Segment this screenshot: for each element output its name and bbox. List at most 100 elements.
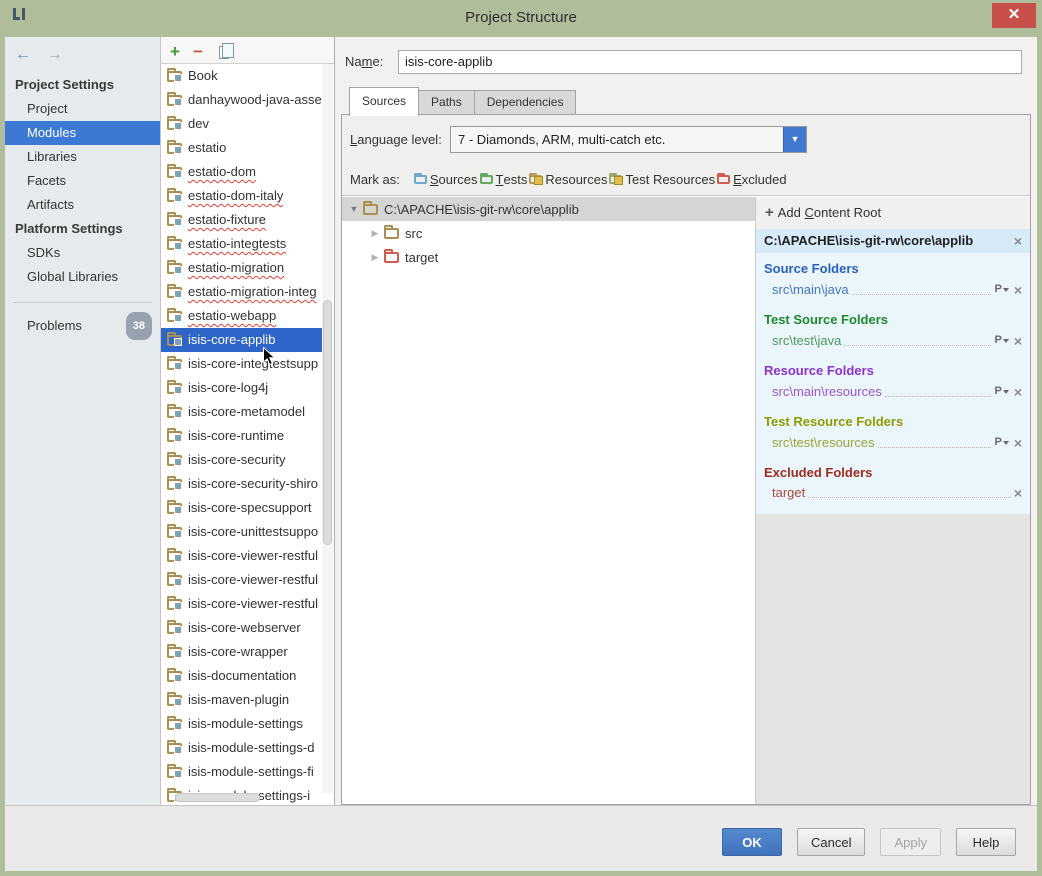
module-name-input[interactable]: isis-core-applib xyxy=(398,50,1022,74)
language-level-row: Language level: 7 - Diamonds, ARM, multi… xyxy=(342,115,1030,164)
module-list-item[interactable]: estatio xyxy=(161,136,323,160)
module-list-item[interactable]: isis-core-log4j xyxy=(161,376,323,400)
folder-entry[interactable]: src\main\java P × xyxy=(764,279,1022,300)
tab-paths[interactable]: Paths xyxy=(419,90,475,115)
tree-row-src[interactable]: ▶ src xyxy=(342,221,755,245)
module-list-item[interactable]: isis-documentation xyxy=(161,664,323,688)
folder-entry[interactable]: src\main\resources P × xyxy=(764,381,1022,402)
module-list-item[interactable]: isis-core-security-shiro xyxy=(161,472,323,496)
module-list-item[interactable]: isis-core-viewer-restful xyxy=(161,592,323,616)
tree-row-target[interactable]: ▶ target xyxy=(342,245,755,269)
remove-folder-icon[interactable]: × xyxy=(1014,382,1022,402)
scrollbar-thumb[interactable] xyxy=(323,300,332,545)
add-content-root-button[interactable]: +Add Content Root xyxy=(756,197,1030,229)
copy-module-icon[interactable] xyxy=(219,46,229,59)
apply-button[interactable]: Apply xyxy=(880,828,941,856)
remove-content-root-icon[interactable]: × xyxy=(1014,229,1022,253)
module-list-item[interactable]: isis-module-settings-d xyxy=(161,736,323,760)
folder-entry[interactable]: src\test\resources P × xyxy=(764,432,1022,453)
content-split: ▼ C:\APACHE\isis-git-rw\core\applib ▶ sr… xyxy=(342,197,1030,804)
sidebar-item-artifacts[interactable]: Artifacts xyxy=(5,193,160,217)
module-list-item[interactable]: isis-core-unittestsuppo xyxy=(161,520,323,544)
label-mnemonic: m xyxy=(362,54,373,69)
module-list-item[interactable]: isis-core-wrapper xyxy=(161,640,323,664)
module-list-item[interactable]: Book xyxy=(161,64,323,88)
module-list-item[interactable]: isis-core-integtestsupp xyxy=(161,352,323,376)
help-button[interactable]: Help xyxy=(956,828,1016,856)
tree-row-content-root[interactable]: ▼ C:\APACHE\isis-git-rw\core\applib xyxy=(342,197,755,221)
dotted-leader xyxy=(885,396,992,397)
sidebar-item-libraries[interactable]: Libraries xyxy=(5,145,160,169)
expand-icon[interactable]: ▶ xyxy=(367,228,383,239)
folder-entry[interactable]: target × xyxy=(764,483,1022,503)
remove-folder-icon[interactable]: × xyxy=(1014,280,1022,300)
remove-folder-icon[interactable]: × xyxy=(1014,331,1022,351)
module-list-item[interactable]: estatio-dom-italy xyxy=(161,184,323,208)
folder-entry[interactable]: src\test\java P × xyxy=(764,330,1022,351)
mark-as-resources[interactable]: Resources xyxy=(529,172,607,187)
module-list-item[interactable]: isis-core-webserver xyxy=(161,616,323,640)
package-prefix-button[interactable]: P xyxy=(994,432,1008,452)
module-list-item[interactable]: estatio-fixture xyxy=(161,208,323,232)
module-list-item[interactable]: estatio-integtests xyxy=(161,232,323,256)
module-list-item[interactable]: estatio-webapp xyxy=(161,304,323,328)
add-module-icon[interactable]: + xyxy=(170,44,180,60)
module-list-item[interactable]: estatio-migration-integ xyxy=(161,280,323,304)
remove-folder-icon[interactable]: × xyxy=(1014,483,1022,503)
mark-as-sources[interactable]: Sources xyxy=(414,172,478,187)
module-list-item[interactable]: isis-core-viewer-restful xyxy=(161,544,323,568)
tab-dependencies[interactable]: Dependencies xyxy=(475,90,577,115)
module-list-item[interactable]: isis-module-settings-fi xyxy=(161,760,323,784)
sidebar-item-sdks[interactable]: SDKs xyxy=(5,241,160,265)
title-bar[interactable]: Project Structure ✕ xyxy=(0,0,1042,37)
remove-folder-icon[interactable]: × xyxy=(1014,433,1022,453)
cancel-button[interactable]: Cancel xyxy=(797,828,865,856)
collapse-icon[interactable]: ▼ xyxy=(346,204,362,214)
module-list-item[interactable]: danhaywood-java-asse xyxy=(161,88,323,112)
remove-module-icon[interactable]: − xyxy=(193,44,203,60)
sidebar-item-global-libraries[interactable]: Global Libraries xyxy=(5,265,160,289)
module-list-item[interactable]: isis-core-specsupport xyxy=(161,496,323,520)
excluded-folder-icon xyxy=(384,252,399,263)
sidebar-item-project[interactable]: Project xyxy=(5,97,160,121)
sidebar-item-problems[interactable]: Problems 38 xyxy=(5,312,160,340)
module-list-vertical-scrollbar[interactable] xyxy=(322,64,333,793)
module-icon xyxy=(167,311,182,322)
module-list-item[interactable]: isis-core-viewer-restful xyxy=(161,568,323,592)
module-list-item[interactable]: isis-core-security xyxy=(161,448,323,472)
module-list-item[interactable]: isis-core-runtime xyxy=(161,424,323,448)
module-list-item[interactable]: estatio-migration xyxy=(161,256,323,280)
folder-sources-icon xyxy=(414,175,427,184)
sidebar-item-modules[interactable]: Modules xyxy=(5,121,160,145)
ok-button[interactable]: OK xyxy=(722,828,782,856)
module-label: isis-core-security-shiro xyxy=(188,472,318,496)
package-prefix-button[interactable]: P xyxy=(994,279,1008,299)
module-list-item[interactable]: dev xyxy=(161,112,323,136)
module-icon xyxy=(167,383,182,394)
module-list-item-selected[interactable]: isis-core-applib xyxy=(161,328,323,352)
problems-count-badge: 38 xyxy=(126,312,152,340)
dotted-leader xyxy=(878,447,992,448)
close-button[interactable]: ✕ xyxy=(992,3,1036,28)
scrollbar-thumb[interactable] xyxy=(175,793,260,802)
module-editor-panel: Name: isis-core-applib Sources Paths Dep… xyxy=(335,37,1037,805)
mark-as-test-resources[interactable]: Test Resources xyxy=(609,172,715,187)
package-prefix-button[interactable]: P xyxy=(994,381,1008,401)
dropdown-arrow-icon[interactable]: ▼ xyxy=(783,127,806,152)
package-prefix-button[interactable]: P xyxy=(994,330,1008,350)
expand-icon[interactable]: ▶ xyxy=(367,252,383,263)
tab-sources[interactable]: Sources xyxy=(349,87,419,116)
module-list-item[interactable]: estatio-dom xyxy=(161,160,323,184)
language-level-dropdown[interactable]: 7 - Diamonds, ARM, multi-catch etc. ▼ xyxy=(450,126,807,153)
mark-as-excluded[interactable]: Excluded xyxy=(717,172,786,187)
back-icon[interactable]: ← xyxy=(15,46,31,63)
sidebar-item-facets[interactable]: Facets xyxy=(5,169,160,193)
mark-as-tests[interactable]: Tests xyxy=(480,172,528,187)
module-list-horizontal-scrollbar[interactable] xyxy=(163,793,321,802)
module-list-item[interactable]: isis-core-metamodel xyxy=(161,400,323,424)
module-list-item[interactable]: isis-module-settings xyxy=(161,712,323,736)
module-list-item[interactable]: isis-maven-plugin xyxy=(161,688,323,712)
label-mnemonic: E xyxy=(733,172,742,187)
module-label: isis-maven-plugin xyxy=(188,688,289,712)
forward-icon[interactable]: → xyxy=(47,46,63,63)
